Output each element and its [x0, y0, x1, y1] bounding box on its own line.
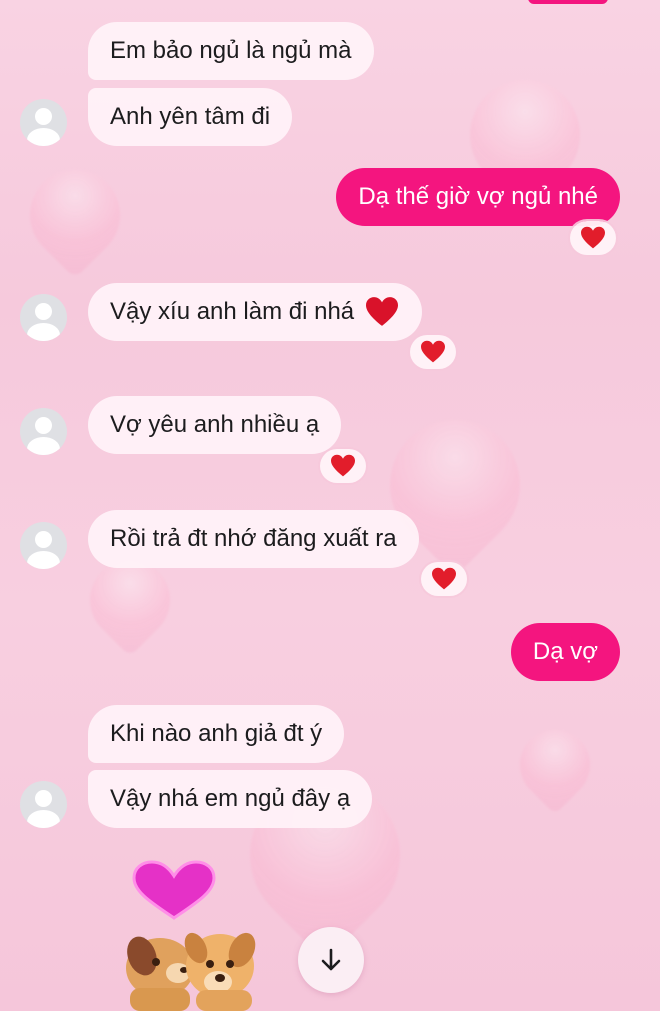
sender-avatar[interactable] — [20, 522, 67, 569]
puppies-sticker[interactable] — [112, 858, 282, 1011]
reaction-badge[interactable] — [570, 221, 616, 255]
message-text: Vợ yêu anh nhiều ạ — [110, 411, 320, 438]
scroll-to-bottom-button[interactable] — [298, 927, 364, 993]
reaction-badge[interactable] — [320, 449, 366, 483]
message-text: Em bảo ngủ là ngủ mà — [110, 37, 352, 64]
red-heart-icon — [331, 454, 355, 477]
incoming-message[interactable]: Anh yên tâm đi — [88, 88, 293, 146]
red-heart-icon — [421, 340, 445, 363]
sender-avatar[interactable] — [20, 408, 67, 455]
message-text: Vậy nhá em ngủ đây ạ — [110, 785, 351, 812]
sender-avatar[interactable] — [20, 781, 67, 828]
message-text: Rồi trả đt nhớ đăng xuất ra — [110, 525, 397, 552]
incoming-message[interactable]: Vợ yêu anh nhiều ạ — [88, 396, 342, 454]
message-text: Vậy xíu anh làm đi nhá — [110, 298, 355, 325]
incoming-message[interactable]: Vậy nhá em ngủ đây ạ — [88, 770, 373, 828]
incoming-message[interactable]: Vậy xíu anh làm đi nhá — [88, 283, 423, 341]
chat-thread[interactable]: Em bảo ngủ là ngủ mà Anh yên tâm đi Dạ t… — [0, 0, 660, 1011]
reaction-badge[interactable] — [410, 335, 456, 369]
outgoing-message[interactable]: Dạ vợ — [510, 623, 620, 681]
message-text: Dạ vợ — [532, 638, 598, 665]
red-heart-icon — [581, 226, 605, 249]
message-text: Dạ thế giờ vợ ngủ nhé — [358, 183, 598, 210]
incoming-message[interactable]: Em bảo ngủ là ngủ mà — [88, 22, 374, 80]
outgoing-message[interactable]: Dạ thế giờ vợ ngủ nhé — [336, 168, 620, 226]
reaction-badge[interactable] — [421, 562, 467, 596]
red-heart-icon — [432, 567, 456, 590]
sender-avatar[interactable] — [20, 99, 67, 146]
red-heart-emoji-icon — [366, 297, 399, 326]
message-text: Anh yên tâm đi — [110, 103, 271, 130]
sender-avatar[interactable] — [20, 294, 67, 341]
incoming-message[interactable]: Rồi trả đt nhớ đăng xuất ra — [88, 510, 419, 568]
arrow-down-icon — [321, 948, 341, 971]
message-text: Khi nào anh giả đt ý — [110, 720, 323, 747]
incoming-message[interactable]: Khi nào anh giả đt ý — [88, 705, 345, 763]
